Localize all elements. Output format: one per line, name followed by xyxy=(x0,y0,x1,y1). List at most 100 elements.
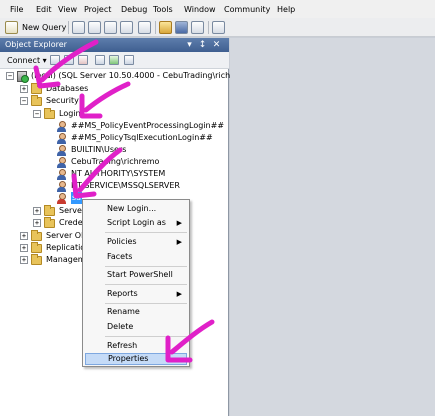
stop-icon[interactable] xyxy=(78,55,88,65)
tree-node-replication[interactable]: + Replication xyxy=(20,241,90,254)
new-query-label: New Query xyxy=(22,23,67,32)
summary-icon[interactable] xyxy=(124,55,134,65)
menu-separator xyxy=(105,266,187,267)
expand-icon[interactable]: + xyxy=(20,232,28,240)
new-file-icon xyxy=(138,21,151,34)
new-query-button[interactable]: New Query xyxy=(5,20,67,35)
submenu-arrow-icon: ▶ xyxy=(176,238,182,246)
save-all-button[interactable] xyxy=(191,20,204,35)
login-label: sa xyxy=(71,192,83,204)
login-label: CebuTrading\richremo xyxy=(71,157,160,166)
filter-icon[interactable] xyxy=(95,55,105,65)
object-explorer-toolbar: Connect ▾ xyxy=(0,52,229,69)
menu-item-policies[interactable]: Policies ▶ xyxy=(85,236,187,248)
open-folder-icon xyxy=(159,21,172,34)
login-icon xyxy=(57,156,67,168)
expand-icon[interactable]: + xyxy=(20,244,28,252)
object-explorer-header: Object Explorer ▾ ↕ ✕ xyxy=(0,38,229,52)
expand-icon[interactable]: + xyxy=(20,85,28,93)
disconnect-icon[interactable] xyxy=(64,55,74,65)
close-icon[interactable]: ✕ xyxy=(211,39,222,51)
login-icon xyxy=(57,120,67,132)
menu-debug[interactable]: Debug xyxy=(121,5,147,15)
refresh-icon[interactable] xyxy=(109,55,119,65)
folder-icon xyxy=(31,241,42,253)
server-label: (local) (SQL Server 10.50.4000 - CebuTra… xyxy=(31,71,255,80)
pin-icon[interactable]: ↕ xyxy=(197,39,208,51)
menu-item-label: Script Login as xyxy=(107,218,166,227)
chevron-down-icon[interactable]: ▾ xyxy=(184,39,195,51)
menu-item-refresh[interactable]: Refresh xyxy=(85,340,187,352)
menu-separator xyxy=(105,232,187,233)
menu-item-rename[interactable]: Rename xyxy=(85,306,187,318)
menu-separator xyxy=(105,336,187,337)
menu-separator xyxy=(105,284,187,285)
login-icon xyxy=(57,144,67,156)
menu-view[interactable]: View xyxy=(58,5,77,15)
menu-community[interactable]: Community xyxy=(224,5,270,15)
expand-icon[interactable]: + xyxy=(33,207,41,215)
xmla-query-button[interactable] xyxy=(120,20,133,35)
menu-item-facets[interactable]: Facets xyxy=(85,251,187,263)
menu-window[interactable]: Window xyxy=(184,5,216,15)
menu-item-label: Policies xyxy=(107,237,137,246)
mdx-query-button[interactable] xyxy=(104,20,117,35)
tree-node-login[interactable]: BUILTIN\Users xyxy=(57,144,126,156)
security-label: Security xyxy=(46,96,79,105)
menu-item-start-powershell[interactable]: Start PowerShell xyxy=(85,269,187,281)
tree-node-server[interactable]: − (local) (SQL Server 10.50.4000 - CebuT… xyxy=(6,70,255,83)
tree-node-login[interactable]: CebuTrading\richremo xyxy=(57,156,159,168)
tree-node-login[interactable]: NT SERVICE\MSSQLSERVER xyxy=(57,180,180,192)
menu-edit[interactable]: Edit xyxy=(36,5,52,15)
connect-button[interactable]: Connect ▾ xyxy=(7,56,47,66)
expand-icon[interactable]: + xyxy=(20,256,28,264)
activity-monitor-button[interactable] xyxy=(212,20,225,35)
tree-node-login[interactable]: NT AUTHORITY\SYSTEM xyxy=(57,168,165,180)
menu-project[interactable]: Project xyxy=(84,5,111,15)
new-file-button[interactable] xyxy=(138,20,151,35)
menu-item-label: Reports xyxy=(107,289,138,298)
save-button[interactable] xyxy=(175,20,188,35)
menu-help[interactable]: Help xyxy=(277,5,295,15)
connect-object-explorer-icon[interactable] xyxy=(50,55,60,65)
login-icon xyxy=(57,192,67,204)
analysis-query-button[interactable] xyxy=(88,20,101,35)
login-icon xyxy=(57,132,67,144)
collapse-icon[interactable]: − xyxy=(20,97,28,105)
tree-node-logins[interactable]: − Logins xyxy=(33,107,85,120)
collapse-icon[interactable]: − xyxy=(33,110,41,118)
save-icon xyxy=(175,21,188,34)
analysis-query-icon xyxy=(88,21,101,34)
menu-item-delete[interactable]: Delete xyxy=(85,321,187,333)
tree-node-databases[interactable]: + Databases xyxy=(20,82,89,95)
databases-label: Databases xyxy=(46,84,89,93)
toolbar-separator xyxy=(155,21,156,34)
standard-toolbar: New Query xyxy=(0,18,435,37)
submenu-arrow-icon: ▶ xyxy=(176,290,182,298)
login-icon xyxy=(57,168,67,180)
folder-icon xyxy=(31,82,42,94)
login-icon xyxy=(57,180,67,192)
menu-file[interactable]: File xyxy=(10,5,23,15)
tree-node-login[interactable]: ##MS_PolicyEventProcessingLogin## xyxy=(57,120,224,132)
folder-icon xyxy=(31,229,42,241)
tree-node-security[interactable]: − Security xyxy=(20,94,79,107)
menu-item-new-login[interactable]: New Login... xyxy=(85,203,187,215)
database-engine-query-button[interactable] xyxy=(72,20,85,35)
document-area xyxy=(230,38,435,416)
menu-item-script-login-as[interactable]: Script Login as ▶ xyxy=(85,217,187,229)
expand-icon[interactable]: + xyxy=(33,219,41,227)
login-label: NT SERVICE\MSSQLSERVER xyxy=(71,181,180,190)
login-label: ##MS_PolicyEventProcessingLogin## xyxy=(71,121,225,130)
tree-node-login-selected[interactable]: sa xyxy=(57,192,83,204)
collapse-icon[interactable]: − xyxy=(6,72,14,80)
toolbar-separator xyxy=(68,21,69,34)
menu-item-reports[interactable]: Reports ▶ xyxy=(85,288,187,300)
menu-item-properties[interactable]: Properties xyxy=(85,353,187,365)
open-file-button[interactable] xyxy=(159,20,172,35)
tree-node-login[interactable]: ##MS_PolicyTsqlExecutionLogin## xyxy=(57,132,213,144)
menu-tools[interactable]: Tools xyxy=(153,5,173,15)
context-menu: New Login... Script Login as ▶ Policies … xyxy=(82,199,190,367)
mdx-query-icon xyxy=(104,21,117,34)
folder-icon xyxy=(31,94,42,106)
